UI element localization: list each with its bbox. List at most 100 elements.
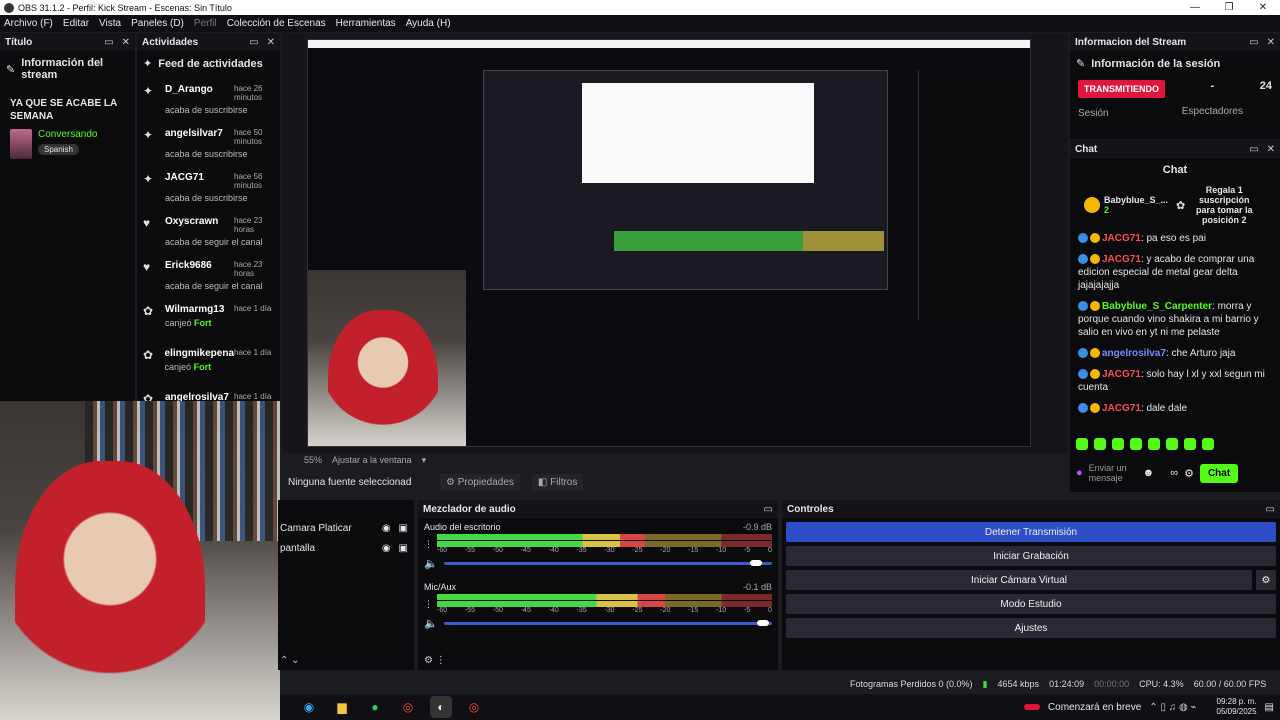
source-item[interactable]: Camara Platicar ◉ ▣: [278, 518, 414, 538]
star-icon: ✦: [143, 58, 153, 70]
chat-username[interactable]: JACG71: [1102, 403, 1141, 414]
loop-icon[interactable]: ∞: [1170, 467, 1178, 479]
signal-icon: ▮: [982, 678, 988, 689]
close-icon[interactable]: ✕: [1267, 144, 1275, 155]
rank-icon: [1090, 233, 1100, 244]
emoji-icon[interactable]: ☻: [1143, 467, 1155, 479]
eye-icon[interactable]: ◉: [382, 543, 391, 554]
pinned-text: Regala 1 suscripción para tomar la posic…: [1195, 185, 1253, 225]
menu-archivo[interactable]: Archivo (F): [4, 18, 53, 29]
float-icon[interactable]: ▭: [249, 37, 258, 48]
viewers-label: Espectadores: [1181, 106, 1243, 117]
chat-username[interactable]: JACG71: [1102, 369, 1141, 380]
volume-slider[interactable]: [443, 620, 772, 626]
star-icon: ✦: [143, 128, 154, 142]
preview-screen: [307, 39, 1031, 447]
settings-button[interactable]: Ajustes: [786, 618, 1276, 638]
activity-desc: acaba de suscribirse: [165, 105, 248, 115]
volume-slider[interactable]: [443, 560, 772, 566]
filters-button[interactable]: ◧ Filtros: [531, 473, 584, 491]
scale-tick: -25: [632, 607, 643, 614]
scale-tick: -10: [716, 547, 727, 554]
menu-editar[interactable]: Editar: [63, 18, 89, 29]
chat-input[interactable]: Enviar un mensaje: [1089, 463, 1137, 483]
activity-time: hace 50 minutos: [234, 128, 263, 146]
emote-row[interactable]: [1076, 438, 1276, 452]
stop-streaming-button[interactable]: Detener Transmisión: [786, 522, 1276, 542]
chat-settings-icon[interactable]: ⚙: [1184, 467, 1194, 480]
float-icon[interactable]: ▭: [1249, 37, 1258, 48]
start-virtual-camera-button[interactable]: Iniciar Cámara Virtual: [786, 570, 1252, 590]
taskbar: ◉ ▆ ● ◎ ◐ ◎ Comenzará en breve ⌃ ▯ ♫ ◍ ⌁…: [280, 694, 1280, 720]
float-icon[interactable]: ▭: [1266, 504, 1275, 515]
virtual-camera-gear-icon[interactable]: ⚙: [1256, 570, 1276, 590]
heart-icon: ♥: [143, 216, 151, 230]
spotify-icon[interactable]: ●: [364, 696, 386, 718]
kebab-icon[interactable]: ⋮: [424, 599, 433, 610]
source-item[interactable]: pantalla ◉ ▣: [278, 538, 414, 558]
chrome-icon[interactable]: ◎: [463, 696, 485, 718]
cpu-usage: CPU: 4.3%: [1139, 679, 1184, 689]
activity-desc: acaba de seguir el canal: [165, 237, 263, 247]
lock-icon[interactable]: ▣: [399, 523, 408, 534]
kebab-icon[interactable]: ⋮: [424, 539, 433, 550]
collapse-icon[interactable]: ⌃ ⌄: [280, 655, 300, 666]
edge-icon[interactable]: ◉: [298, 696, 320, 718]
start-recording-button[interactable]: Iniciar Grabación: [786, 546, 1276, 566]
float-icon[interactable]: ▭: [1249, 144, 1258, 155]
menu-paneles[interactable]: Paneles (D): [131, 18, 184, 29]
activity-desc: acaba de suscribirse: [165, 149, 248, 159]
speaker-icon[interactable]: 🔈: [424, 557, 438, 570]
zoom-level[interactable]: 55%: [304, 455, 322, 465]
restore-icon[interactable]: ❐: [1212, 0, 1246, 15]
badge-icon: [1078, 369, 1088, 380]
menu-coleccion[interactable]: Colección de Escenas: [227, 18, 326, 29]
chat-username[interactable]: JACG71: [1102, 233, 1141, 244]
activity-item: ✦ D_Arango hace 26 minutos acaba de suscrib…: [137, 80, 280, 124]
preview-area[interactable]: [282, 33, 1068, 453]
menu-herramientas[interactable]: Herramientas: [336, 18, 396, 29]
float-icon[interactable]: ▭: [104, 37, 113, 48]
scale-tick: -60: [437, 547, 448, 554]
menu-ayuda[interactable]: Ayuda (H): [406, 18, 451, 29]
obs-icon[interactable]: ◐: [430, 696, 452, 718]
activity-desc: acaba de suscribirse: [165, 193, 248, 203]
activity-item: ✦ JACG71 hace 56 minutos acaba de suscribir…: [137, 168, 280, 212]
chat-send-button[interactable]: Chat: [1199, 463, 1239, 483]
menu-vista[interactable]: Vista: [99, 18, 121, 29]
badge-icon: [1078, 301, 1088, 312]
rank-badge-icon: [1084, 197, 1100, 213]
minimize-icon[interactable]: —: [1178, 0, 1212, 15]
folder-icon[interactable]: ▆: [331, 696, 353, 718]
chevron-down-icon[interactable]: ▾: [422, 455, 427, 466]
scale-tick: -15: [688, 547, 699, 554]
properties-button[interactable]: ⚙ Propiedades: [440, 473, 520, 491]
webcam-video: [0, 401, 280, 720]
lock-icon[interactable]: ▣: [399, 543, 408, 554]
speaker-icon[interactable]: 🔈: [424, 617, 438, 630]
tray-icons[interactable]: ⌃ ▯ ♫ ◍ ⌁: [1149, 702, 1196, 713]
badge-icon: [1078, 233, 1088, 244]
menu-perfil[interactable]: Perfil: [194, 18, 217, 29]
chat-username[interactable]: angelrosilva7: [1102, 348, 1166, 359]
close-icon[interactable]: ✕: [267, 37, 275, 48]
nested-browser: [582, 83, 814, 183]
float-icon[interactable]: ▭: [764, 504, 773, 515]
chat-username[interactable]: Babyblue_S_Carpenter: [1102, 301, 1212, 312]
activity-desc: canjeó: [164, 362, 192, 372]
close-icon[interactable]: ✕: [1246, 0, 1280, 15]
channel-name: Audio del escritorio: [424, 522, 501, 532]
studio-mode-button[interactable]: Modo Estudio: [786, 594, 1276, 614]
eye-icon[interactable]: ◉: [382, 523, 391, 534]
scale-tick: -55: [464, 607, 476, 614]
fit-label[interactable]: Ajustar a la ventana: [332, 455, 412, 465]
close-icon[interactable]: ✕: [122, 37, 130, 48]
gift-icon: ✿: [143, 304, 154, 318]
mixer-settings-icon[interactable]: ⚙ ⋮: [424, 655, 446, 666]
chrome-icon[interactable]: ◎: [397, 696, 419, 718]
close-icon[interactable]: ✕: [1267, 37, 1275, 48]
activity-user: angelsilvar7: [165, 128, 223, 139]
chat-username[interactable]: JACG71: [1102, 254, 1141, 265]
notification-icon[interactable]: ▤: [1265, 702, 1274, 713]
mic-icon[interactable]: ●: [1076, 467, 1083, 479]
